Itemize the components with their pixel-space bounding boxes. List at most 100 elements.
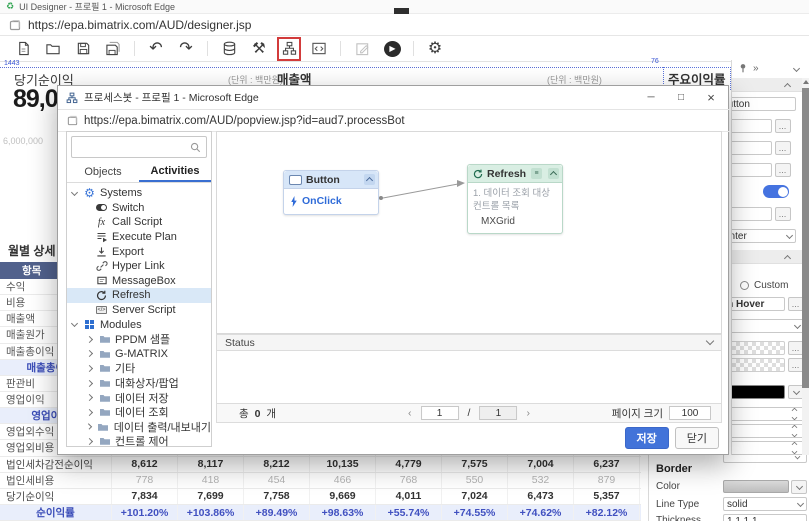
ellipsis-button[interactable]: … [775, 163, 791, 177]
style-dropdown[interactable] [732, 319, 804, 333]
button-node-header[interactable]: Button [284, 171, 378, 189]
prev-page-icon[interactable]: ‹ [408, 407, 412, 419]
number-stepper[interactable] [732, 441, 804, 455]
maximize-button[interactable]: □ [666, 87, 696, 109]
number-stepper[interactable] [723, 455, 807, 463]
tree-folder-item[interactable]: 데이터 출력/내보내기 [67, 420, 211, 435]
property-input[interactable] [732, 163, 772, 177]
popup-urlbar[interactable]: https://epa.bimatrix.com/AUD/popview.jsp… [58, 110, 730, 132]
collapsed-chevron-icon[interactable] [85, 350, 94, 358]
expanded-chevron-icon[interactable] [70, 320, 79, 328]
save-as-icon[interactable] [101, 38, 125, 60]
collapse-node-icon[interactable] [548, 168, 559, 179]
collapsed-chevron-icon[interactable] [85, 408, 94, 416]
save-button[interactable]: 저장 [624, 427, 669, 449]
property-input[interactable] [732, 141, 772, 155]
collapsed-chevron-icon[interactable] [85, 335, 94, 343]
status-panel-header[interactable]: Status [216, 334, 722, 351]
minimize-button[interactable]: ─ [636, 87, 666, 109]
transparent-color-swatch[interactable] [732, 358, 785, 372]
status-chevron-down-icon[interactable] [705, 336, 715, 346]
number-stepper[interactable] [732, 407, 804, 421]
expanded-chevron-icon[interactable] [70, 188, 79, 196]
page-size-input[interactable]: 100 [669, 406, 711, 420]
database-icon[interactable] [217, 38, 241, 60]
collapse-panel-icon[interactable]: » [753, 63, 759, 74]
code-editor-icon[interactable] [307, 38, 331, 60]
property-group-header[interactable] [732, 250, 809, 264]
tree-folder-item[interactable]: PPDM 샘플 [67, 332, 211, 347]
tab-activities[interactable]: Activities [139, 162, 211, 182]
refresh-node[interactable]: Refresh ≡ 1. 데이터 조회 대상 컨트롤 목록 MXGrid [467, 164, 563, 234]
tree-item-messagebox[interactable]: MessageBox [67, 274, 211, 289]
ellipsis-button[interactable]: … [775, 207, 791, 221]
thickness-input[interactable]: 1,1,1,1 [723, 514, 807, 521]
tree-folder-item[interactable]: 데이터 조회 [67, 405, 211, 420]
tree-folder-item[interactable]: 컨트롤 제어 [67, 434, 211, 449]
close-dialog-button[interactable]: 닫기 [674, 427, 719, 449]
text-property-input[interactable]: Button [732, 97, 796, 111]
save-icon[interactable] [71, 38, 95, 60]
tree-item-refresh[interactable]: Refresh [67, 288, 211, 303]
ellipsis-button[interactable]: … [775, 141, 791, 155]
line-type-dropdown[interactable]: solid [723, 497, 807, 511]
tree-item-execute-plan[interactable]: Execute Plan [67, 230, 211, 245]
color-dropdown-button[interactable] [791, 480, 807, 494]
tree-folder-item[interactable]: 대화상자/팝업 [67, 376, 211, 391]
property-group-header[interactable] [732, 78, 809, 92]
tree-item-export[interactable]: Export [67, 244, 211, 259]
close-button[interactable]: × [696, 87, 726, 109]
tree-group-systems[interactable]: ⚙ Systems [67, 186, 211, 201]
open-folder-icon[interactable] [41, 38, 65, 60]
tree-folder-item[interactable]: 기타 [67, 361, 211, 376]
collapsed-chevron-icon[interactable] [85, 423, 93, 430]
collapsed-chevron-icon[interactable] [85, 364, 94, 372]
process-bot-icon[interactable] [277, 36, 301, 61]
tree-item-server-script[interactable]: </> Server Script [67, 303, 211, 318]
node-list-icon[interactable]: ≡ [531, 168, 542, 179]
refresh-node-header[interactable]: Refresh ≡ [468, 165, 562, 183]
undo-icon[interactable]: ↶ [144, 38, 168, 60]
build-tools-icon[interactable]: ⚒ [247, 38, 271, 60]
run-icon[interactable]: ▶ [380, 38, 404, 60]
button-node[interactable]: Button OnClick [283, 170, 379, 215]
tree-folder-item[interactable]: 데이터 저장 [67, 390, 211, 405]
align-dropdown[interactable]: center [732, 229, 796, 243]
pin-icon[interactable] [738, 63, 748, 73]
edit-icon[interactable] [350, 38, 374, 60]
next-page-icon[interactable]: › [526, 407, 530, 419]
transparent-color-swatch[interactable] [732, 341, 785, 355]
flow-canvas[interactable]: Button OnClick Refresh ≡ 1. 데이터 조회 대상 컨트… [216, 131, 722, 334]
collapse-node-icon[interactable] [364, 174, 375, 185]
collapsed-chevron-icon[interactable] [85, 437, 94, 445]
collapsed-chevron-icon[interactable] [85, 394, 94, 402]
property-input[interactable] [732, 207, 772, 221]
black-color-swatch[interactable] [732, 385, 785, 399]
settings-gear-icon[interactable]: ⚙ [423, 38, 447, 60]
tree-search-input[interactable] [71, 136, 207, 158]
tab-objects[interactable]: Objects [67, 162, 139, 182]
tree-item-switch[interactable]: Switch [67, 201, 211, 216]
number-stepper[interactable] [732, 424, 804, 438]
border-color-swatch[interactable] [723, 480, 789, 493]
tree-folder-item[interactable]: G-MATRIX [67, 347, 211, 362]
onclick-event-row[interactable]: OnClick [284, 189, 378, 214]
custom-radio[interactable] [740, 281, 749, 290]
tree-group-modules[interactable]: Modules [67, 317, 211, 332]
custom-radio-row[interactable]: Custom [740, 280, 788, 291]
browser-urlbar[interactable]: https://epa.bimatrix.com/AUD/designer.js… [0, 14, 809, 36]
tree-item-call-script[interactable]: fx Call Script [67, 215, 211, 230]
panel-chevron-down-icon[interactable] [792, 64, 801, 72]
scrollbar-up-arrow[interactable] [802, 80, 809, 84]
ellipsis-button[interactable]: … [775, 119, 791, 133]
popup-titlebar[interactable]: 프로세스봇 - 프로필 1 - Microsoft Edge ─ □ × [58, 86, 730, 110]
collapsed-chevron-icon[interactable] [85, 379, 94, 387]
current-page-input[interactable]: 1 [420, 406, 459, 420]
new-document-icon[interactable] [11, 38, 35, 60]
toggle-switch-on[interactable] [763, 185, 789, 198]
scrollbar-thumb[interactable] [802, 88, 809, 388]
redo-icon[interactable]: ↷ [174, 38, 198, 60]
tree-item-hyper-link[interactable]: Hyper Link [67, 259, 211, 274]
property-input[interactable] [732, 119, 772, 133]
hover-style-input[interactable]: Button Hover [732, 297, 785, 311]
